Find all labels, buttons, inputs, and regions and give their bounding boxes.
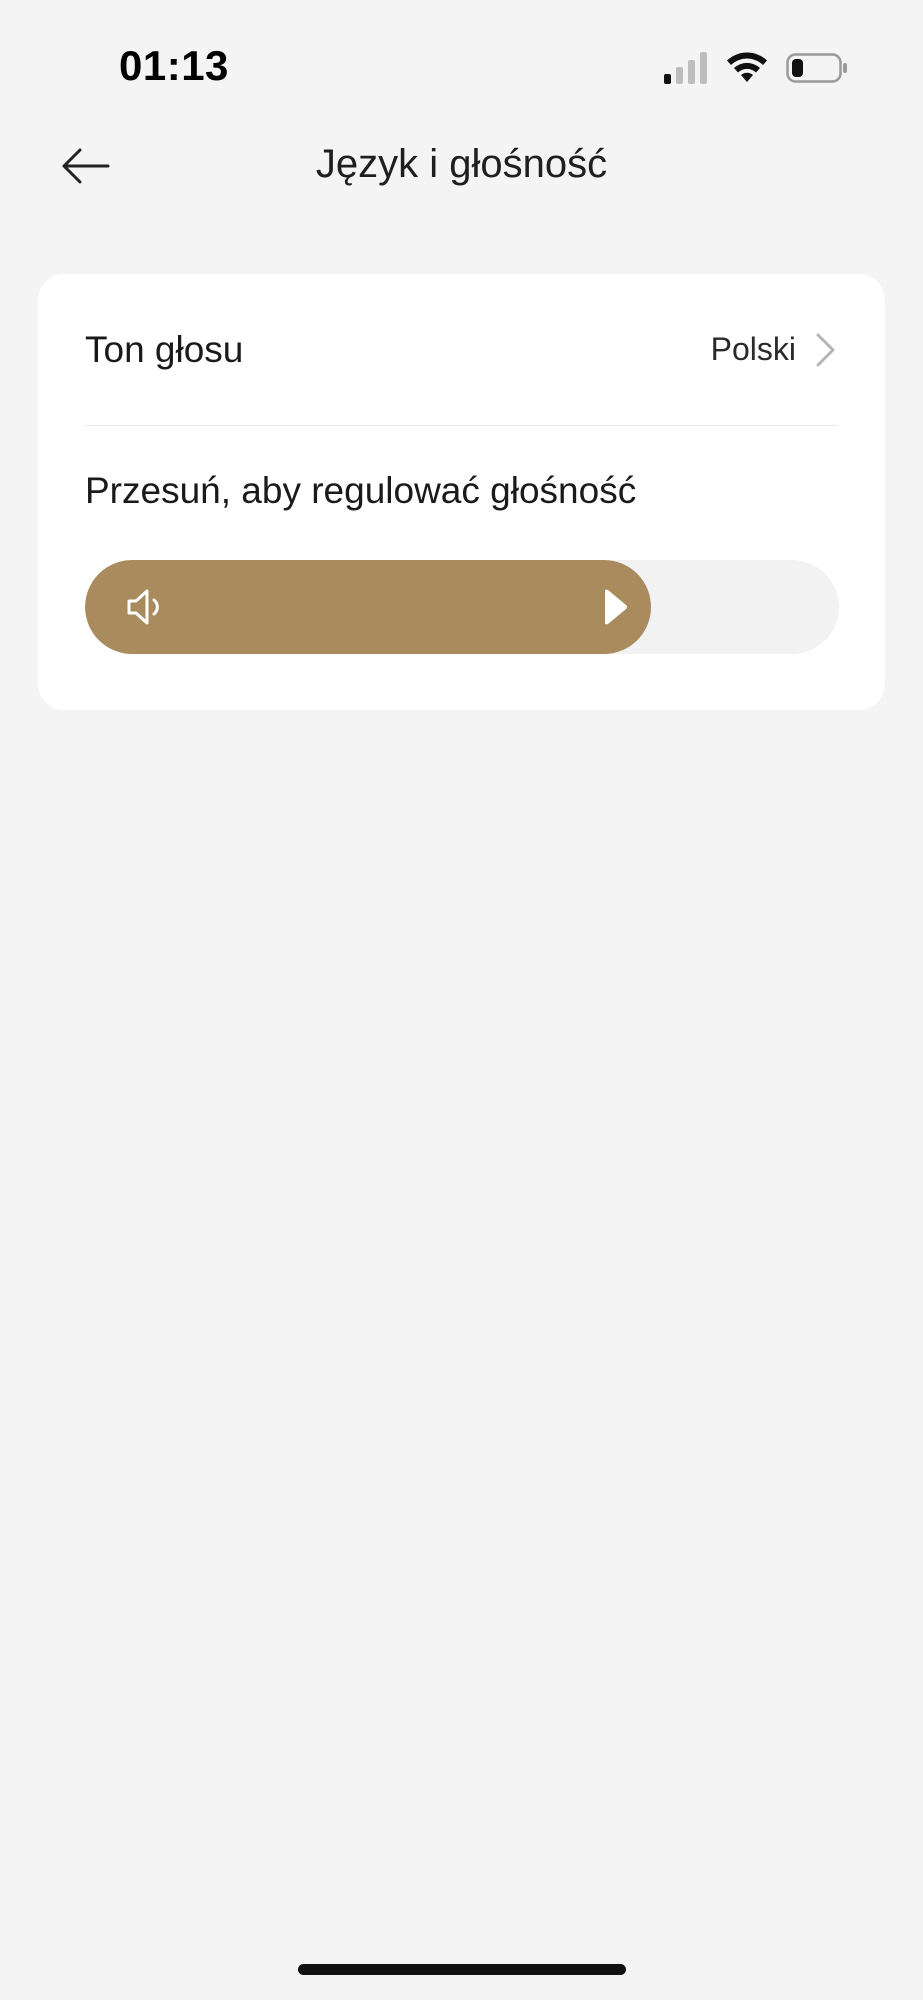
home-indicator xyxy=(298,1964,626,1975)
screen: 01:13 Język i głośność Ton głosu Polski … xyxy=(0,0,923,2000)
slider-handle[interactable] xyxy=(601,588,629,626)
voice-tone-label: Ton głosu xyxy=(85,328,244,370)
wifi-icon xyxy=(727,52,767,82)
signal-icon xyxy=(664,52,707,84)
volume-fill xyxy=(85,560,651,654)
voice-tone-value-group: Polski xyxy=(711,331,838,368)
chevron-right-icon xyxy=(816,333,835,366)
status-time: 01:13 xyxy=(119,42,229,89)
volume-slider[interactable] xyxy=(85,560,839,654)
status-icons xyxy=(664,50,848,86)
voice-tone-row[interactable]: Ton głosu Polski xyxy=(85,274,838,426)
header: Język i głośność xyxy=(0,120,923,210)
settings-card: Ton głosu Polski Przesuń, aby regulować … xyxy=(38,274,885,710)
voice-tone-value: Polski xyxy=(710,331,796,367)
speaker-icon xyxy=(127,589,159,625)
battery-icon xyxy=(786,53,847,83)
status-bar: 01:13 xyxy=(0,0,923,120)
volume-label: Przesuń, aby regulować głośność xyxy=(85,470,637,511)
page-title: Język i głośność xyxy=(315,142,608,186)
